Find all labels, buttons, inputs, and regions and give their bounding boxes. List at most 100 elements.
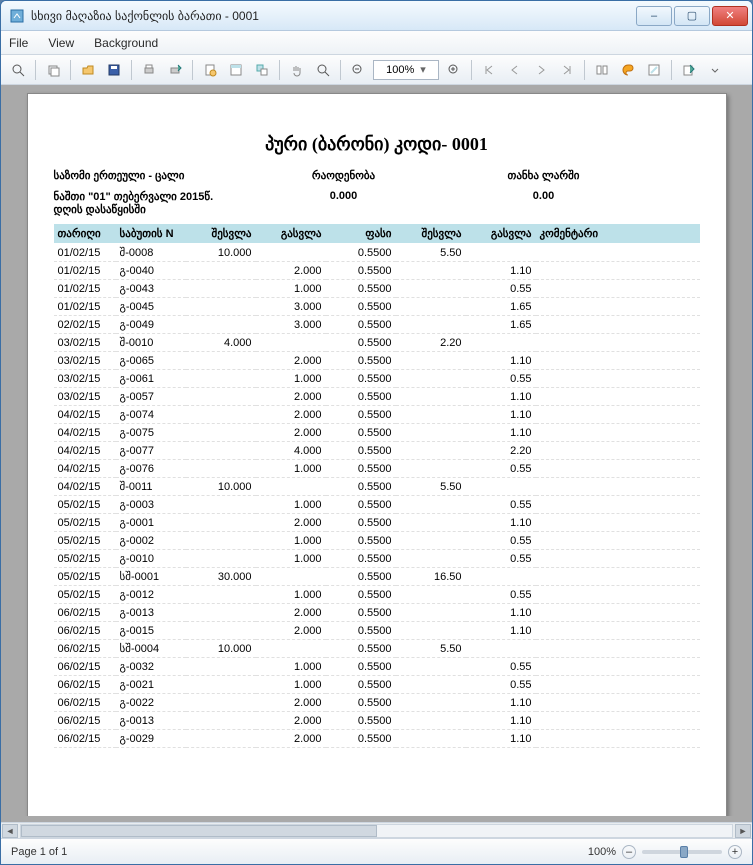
cell-date: 06/02/15 [54,622,116,640]
maximize-button[interactable]: ▢ [674,6,710,26]
cell-date: 02/02/15 [54,316,116,334]
cell-comment [536,550,700,568]
cell-price: 0.5500 [326,424,396,442]
cell-date: 04/02/15 [54,460,116,478]
toolbar: 100%▾ [1,55,752,85]
zoom-in-small-icon[interactable]: + [728,845,742,859]
menu-background[interactable]: Background [94,36,158,50]
cell-in_q [186,460,256,478]
prev-page-icon[interactable] [504,59,526,81]
minimize-button[interactable]: – [636,6,672,26]
cell-date: 05/02/15 [54,568,116,586]
cell-doc: გ-0040 [116,262,186,280]
zoom-tool-icon[interactable] [312,59,334,81]
close-button[interactable]: ✕ [712,6,748,26]
cell-out_q: 2.000 [256,604,326,622]
next-page-icon[interactable] [530,59,552,81]
zoom-slider[interactable] [642,850,722,854]
cell-doc: სშ-0001 [116,568,186,586]
cell-comment [536,334,700,352]
cell-out_q: 1.000 [256,658,326,676]
cell-in_q [186,298,256,316]
horizontal-scrollbar[interactable]: ◄ ► [1,822,752,838]
last-page-icon[interactable] [556,59,578,81]
cell-out_a: 0.55 [466,280,536,298]
cell-price: 0.5500 [326,694,396,712]
cell-in_a [396,658,466,676]
scroll-right-icon[interactable]: ► [735,824,751,838]
cell-in_q [186,388,256,406]
cell-price: 0.5500 [326,676,396,694]
export-icon[interactable] [678,59,700,81]
multipage-icon[interactable] [591,59,613,81]
paper-scroll[interactable]: პური (ბარონი) კოდი- 0001 საზომი ერთეული … [7,91,746,816]
scroll-track[interactable] [20,824,733,838]
color-icon[interactable] [617,59,639,81]
cell-out_q: 4.000 [256,442,326,460]
scroll-left-icon[interactable]: ◄ [2,824,18,838]
quick-print-icon[interactable] [164,59,186,81]
status-right: 100% – + [588,845,742,859]
first-page-icon[interactable] [478,59,500,81]
cell-in_q [186,730,256,748]
cell-doc: გ-0001 [116,514,186,532]
cell-in_q [186,406,256,424]
cell-out_q: 1.000 [256,586,326,604]
menu-view[interactable]: View [48,36,74,50]
cell-comment [536,352,700,370]
scale-icon[interactable] [251,59,273,81]
cell-comment [536,496,700,514]
print-icon[interactable] [138,59,160,81]
zoom-out-small-icon[interactable]: – [622,845,636,859]
cell-out_a: 1.10 [466,424,536,442]
watermark-icon[interactable] [643,59,665,81]
cell-in_q [186,694,256,712]
cell-comment [536,262,700,280]
zoom-value: 100% [386,64,414,76]
qty-label: რაოდენობა [254,169,434,182]
hand-tool-icon[interactable] [286,59,308,81]
zoom-indicator: 100% [588,846,616,858]
menu-file[interactable]: File [9,36,28,50]
cell-out_q: 1.000 [256,460,326,478]
cell-price: 0.5500 [326,622,396,640]
cell-price: 0.5500 [326,370,396,388]
cell-in_a [396,262,466,280]
cell-date: 05/02/15 [54,532,116,550]
report-page: პური (ბარონი) კოდი- 0001 საზომი ერთეული … [27,93,727,816]
cell-price: 0.5500 [326,532,396,550]
table-header-row: თარიღი საბუთის N შესვლა გასვლა ფასი შესვ… [54,224,700,244]
open-icon[interactable] [77,59,99,81]
table-row: 04/02/15გ-00742.0000.55001.10 [54,406,700,424]
scroll-thumb[interactable] [21,825,377,837]
header-footer-icon[interactable] [225,59,247,81]
cell-in_a: 5.50 [396,478,466,496]
table-row: 01/02/15გ-00402.0000.55001.10 [54,262,700,280]
cell-out_q: 2.000 [256,262,326,280]
cell-doc: გ-0065 [116,352,186,370]
cell-date: 04/02/15 [54,478,116,496]
cell-in_a [396,586,466,604]
zoom-slider-thumb[interactable] [680,846,688,858]
cell-date: 05/02/15 [54,496,116,514]
page-setup-icon[interactable] [199,59,221,81]
cell-out_a: 0.55 [466,658,536,676]
table-row: 05/02/15გ-00021.0000.55000.55 [54,532,700,550]
cell-comment [536,514,700,532]
cell-out_a: 1.10 [466,730,536,748]
balance-amt: 0.00 [454,190,634,216]
cell-comment [536,532,700,550]
table-row: 05/02/15გ-00121.0000.55000.55 [54,586,700,604]
cell-doc: გ-0022 [116,694,186,712]
cell-in_a [396,370,466,388]
zoom-in-icon[interactable] [443,59,465,81]
copy-icon[interactable] [42,59,64,81]
zoom-out-icon[interactable] [347,59,369,81]
cell-comment [536,460,700,478]
save-icon[interactable] [103,59,125,81]
search-icon[interactable] [7,59,29,81]
zoom-combo[interactable]: 100%▾ [373,60,439,80]
toolbar-dropdown-icon[interactable] [704,59,726,81]
cell-doc: გ-0032 [116,658,186,676]
cell-date: 03/02/15 [54,352,116,370]
